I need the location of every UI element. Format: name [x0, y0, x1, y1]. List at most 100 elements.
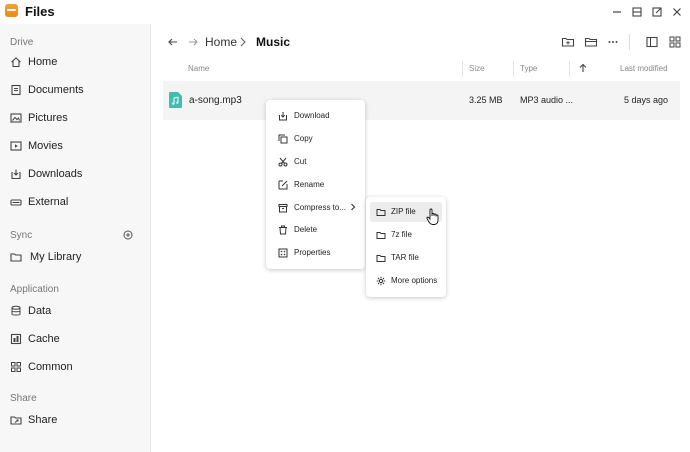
archive-icon	[278, 204, 288, 213]
sidebar-item-label: Pictures	[28, 112, 68, 124]
menu-item-cut[interactable]: Cut	[270, 152, 361, 172]
column-separator	[569, 61, 570, 77]
breadcrumb-home[interactable]: Home	[205, 35, 237, 49]
shared-folder-icon	[10, 416, 22, 425]
folder-icon[interactable]	[584, 35, 598, 49]
menu-item-label: TAR file	[391, 253, 419, 262]
new-folder-icon[interactable]	[561, 35, 575, 49]
sidebar-item-cache[interactable]: Cache	[0, 329, 150, 351]
close-icon[interactable]	[670, 5, 684, 19]
sidebar-item-label: External	[28, 196, 69, 208]
menu-item-properties[interactable]: Properties	[270, 243, 361, 263]
picture-icon	[10, 113, 22, 123]
title-bar: Files	[0, 0, 690, 24]
menu-item-label: Rename	[294, 180, 325, 189]
file-modified: 5 days ago	[624, 95, 669, 105]
minimize-icon[interactable]	[610, 5, 624, 19]
expand-icon[interactable]	[650, 5, 664, 19]
menu-item-label: Cut	[294, 157, 307, 166]
more-options-icon[interactable]	[606, 35, 620, 49]
menu-item-label: Properties	[294, 248, 331, 257]
sidebar-item-common[interactable]: Common	[0, 357, 150, 379]
sidebar-item-label: Cache	[28, 333, 60, 345]
sidebar-item-downloads[interactable]: Downloads	[0, 164, 150, 186]
section-label-sync: Sync	[10, 230, 33, 241]
breadcrumb-current[interactable]: Music	[256, 35, 290, 49]
zip-folder-icon	[376, 209, 386, 216]
forward-arrow-icon[interactable]	[186, 35, 200, 49]
sidebar: Drive Home Documents Pictures Movies Dow…	[0, 24, 151, 452]
sidebar-item-home[interactable]: Home	[0, 52, 150, 74]
app-title: Files	[25, 4, 55, 19]
hand-cursor-icon	[426, 208, 439, 225]
menu-item-label: Delete	[294, 225, 318, 234]
sidebar-item-label: Home	[28, 56, 58, 68]
sidebar-item-label: Share	[28, 414, 58, 426]
section-label-drive: Drive	[10, 37, 34, 48]
sidebar-item-data[interactable]: Data	[0, 301, 150, 323]
file-size: 3.25 MB	[469, 95, 503, 105]
menu-item-label: More options	[391, 276, 438, 285]
sidebar-item-label: Common	[28, 361, 73, 373]
restore-icon[interactable]	[630, 5, 644, 19]
cut-icon	[278, 157, 288, 167]
column-header-type[interactable]: Type	[520, 64, 537, 73]
sidebar-item-label: Documents	[28, 84, 84, 96]
sidebar-item-external[interactable]: External	[0, 192, 150, 214]
sort-arrow-up-icon[interactable]	[578, 63, 588, 73]
music-file-icon	[169, 92, 182, 108]
submenu-item-tar[interactable]: TAR file	[370, 248, 442, 268]
column-header-name[interactable]: Name	[188, 64, 209, 73]
menu-item-copy[interactable]: Copy	[270, 129, 361, 149]
sidebar-item-my-library[interactable]: My Library	[0, 247, 150, 269]
folder-icon	[10, 253, 22, 262]
submenu-item-more-options[interactable]: More options	[370, 271, 442, 291]
rename-icon	[278, 180, 288, 190]
files-app-icon	[5, 4, 18, 17]
copy-icon	[278, 134, 288, 144]
movie-icon	[10, 141, 22, 151]
menu-item-label: Compress to...	[294, 203, 347, 212]
sidebar-item-label: Downloads	[28, 168, 83, 180]
chevron-right-icon	[240, 37, 246, 47]
7z-folder-icon	[376, 232, 386, 239]
sidebar-item-label: Movies	[28, 140, 63, 152]
drive-icon	[10, 199, 22, 206]
add-circle-icon[interactable]	[123, 230, 133, 240]
section-label-share: Share	[10, 393, 37, 404]
file-name: a-song.mp3	[189, 95, 242, 106]
download-icon	[11, 169, 21, 180]
menu-item-compress[interactable]: Compress to...	[270, 198, 361, 218]
back-arrow-icon[interactable]	[166, 35, 180, 49]
chevron-right-icon	[351, 203, 356, 211]
section-label-application: Application	[10, 284, 59, 295]
column-separator	[462, 61, 463, 77]
menu-item-download[interactable]: Download	[270, 106, 361, 126]
menu-item-label: ZIP file	[391, 207, 416, 216]
menu-item-delete[interactable]: Delete	[270, 220, 361, 240]
menu-item-rename[interactable]: Rename	[270, 175, 361, 195]
settings-icon	[376, 276, 386, 286]
cache-icon	[10, 333, 22, 345]
column-header-last-modified[interactable]: Last modified	[620, 64, 668, 73]
sidebar-item-pictures[interactable]: Pictures	[0, 108, 150, 130]
document-icon	[11, 84, 21, 96]
column-header-size[interactable]: Size	[469, 64, 485, 73]
sidebar-item-share[interactable]: Share	[0, 410, 150, 432]
trash-icon	[279, 225, 287, 235]
table-row[interactable]: a-song.mp3 3.25 MB MP3 audio ... 5 days …	[163, 81, 680, 120]
column-separator	[513, 61, 514, 77]
menu-item-label: Download	[294, 111, 330, 120]
submenu-item-7z[interactable]: 7z file	[370, 225, 442, 245]
sidebar-item-documents[interactable]: Documents	[0, 80, 150, 102]
grid-view-icon[interactable]	[668, 35, 682, 49]
download-icon	[279, 112, 287, 121]
sidebar-item-label: My Library	[30, 251, 82, 263]
menu-item-label: Copy	[294, 134, 313, 143]
grid-icon	[11, 362, 21, 372]
properties-icon	[278, 248, 288, 258]
tar-folder-icon	[376, 255, 386, 262]
sidebar-view-icon[interactable]	[645, 35, 659, 49]
database-icon	[11, 305, 21, 316]
sidebar-item-movies[interactable]: Movies	[0, 136, 150, 158]
